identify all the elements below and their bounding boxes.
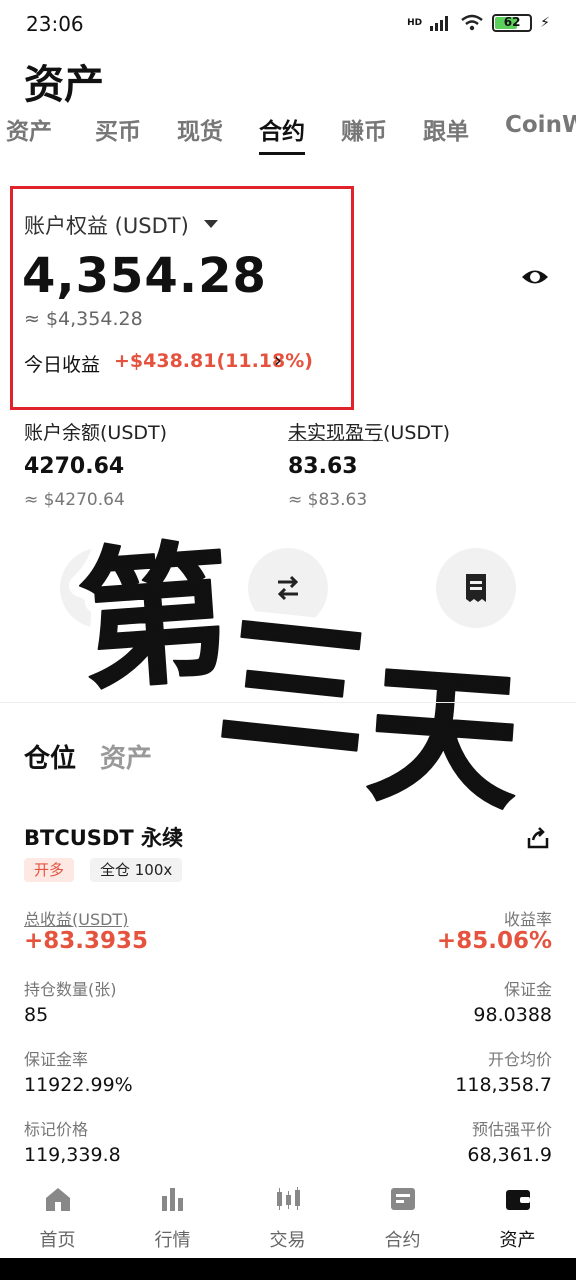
balance-label: 账户余额(USDT) — [24, 422, 168, 444]
nav-trade[interactable]: 交易 — [230, 1176, 345, 1252]
margin-ratio-value: 11922.99% — [24, 1074, 133, 1096]
svg-text:三: 三 — [211, 595, 378, 784]
tab-earn[interactable]: 赚币 — [341, 112, 387, 146]
tab-section-assets[interactable]: 资产 — [100, 738, 152, 775]
tab-positions[interactable]: 仓位 — [24, 738, 76, 775]
share-icon[interactable] — [526, 826, 550, 850]
status-icons: HD 62 ⚡ — [407, 14, 550, 32]
side-badge: 开多 — [24, 858, 75, 882]
total-pnl-label[interactable]: 总收益(USDT) — [24, 906, 128, 930]
tab-assets[interactable]: 资产 — [6, 112, 52, 146]
nav-futures-label: 合约 — [384, 1230, 421, 1251]
chevron-right-icon[interactable]: › — [274, 348, 282, 372]
today-pnl-value[interactable]: +$438.81(11.18%) — [114, 350, 313, 372]
tab-copy-trade[interactable]: 跟单 — [423, 112, 469, 146]
nav-assets[interactable]: 资产 — [460, 1176, 575, 1252]
charging-icon: ⚡ — [540, 15, 550, 31]
liq-price-value: 68,361.9 — [467, 1144, 552, 1166]
pair-title[interactable]: BTCUSDT 永续 — [24, 822, 183, 852]
mark-price-value: 119,339.8 — [24, 1144, 121, 1166]
margin-label: 保证金 — [503, 980, 552, 999]
battery-level: 62 — [503, 15, 521, 29]
tab-underline — [259, 152, 305, 155]
nav-trade-label: 交易 — [269, 1230, 306, 1251]
svg-text:第: 第 — [74, 527, 236, 711]
entry-price-value: 118,358.7 — [455, 1074, 552, 1096]
section-divider — [0, 702, 576, 703]
svg-text:天: 天 — [363, 647, 525, 831]
total-pnl-value: +83.3935 — [24, 928, 149, 954]
battery-icon: 62 — [492, 14, 533, 32]
unrealized-pnl-label[interactable]: 未实现盈亏(USDT) — [288, 418, 450, 445]
tab-futures[interactable]: 合约 — [259, 112, 305, 146]
system-home-bar — [0, 1258, 576, 1280]
liq-price-label: 预估强平价 — [471, 1120, 552, 1139]
home-icon — [45, 1188, 70, 1211]
balance-value: 4270.64 — [24, 454, 125, 479]
balance-approx: ≈ $4270.64 — [24, 490, 125, 510]
status-time: 23:06 — [26, 12, 84, 36]
wifi-icon — [461, 14, 483, 31]
mark-price-label: 标记价格 — [24, 1120, 89, 1139]
unrealized-pnl-label-unit: (USDT) — [383, 422, 451, 444]
tab-buy-crypto[interactable]: 买币 — [95, 112, 141, 146]
wallet-icon — [505, 1190, 530, 1210]
signal-icon — [430, 16, 449, 31]
margin-value: 98.0388 — [473, 1004, 552, 1026]
page-title: 资产 — [24, 62, 104, 108]
today-pnl-label[interactable]: 今日收益 — [24, 350, 100, 377]
qty-value: 85 — [24, 1004, 49, 1026]
entry-price-label: 开仓均价 — [487, 1050, 552, 1069]
qty-label: 持仓数量(张) — [24, 980, 117, 999]
top-tabs: 资产 买币 现货 合约 赚币 跟单 CoinW — [0, 112, 576, 158]
bar-chart-icon — [161, 1188, 183, 1211]
equity-approx: ≈ $4,354.28 — [24, 308, 143, 330]
caret-down-icon[interactable] — [204, 220, 218, 228]
chevron-right-icon[interactable]: › — [175, 822, 184, 847]
network-label: HD — [407, 18, 423, 28]
roe-label: 收益率 — [503, 910, 552, 929]
eye-icon[interactable] — [520, 262, 550, 292]
equity-label[interactable]: 账户权益 (USDT) — [24, 210, 189, 240]
bottom-nav: 首页 行情 交易 合约 资产 — [0, 1176, 576, 1260]
nav-markets[interactable]: 行情 — [115, 1176, 230, 1252]
margin-mode-badge: 全仓 100x — [90, 858, 183, 882]
unrealized-pnl-value: 83.63 — [288, 454, 358, 479]
tab-spot[interactable]: 现货 — [177, 112, 223, 146]
margin-ratio-label: 保证金率 — [24, 1050, 89, 1069]
candlestick-icon — [276, 1187, 300, 1210]
nav-futures[interactable]: 合约 — [345, 1176, 460, 1252]
tab-coinw[interactable]: CoinW — [505, 112, 576, 138]
nav-home[interactable]: 首页 — [0, 1176, 115, 1252]
nav-assets-label: 资产 — [499, 1230, 536, 1251]
nav-markets-label: 行情 — [154, 1230, 191, 1251]
unrealized-pnl-approx: ≈ $83.63 — [288, 490, 368, 510]
equity-value: 4,354.28 — [22, 248, 267, 304]
futures-icon — [390, 1188, 415, 1210]
unrealized-pnl-label-main[interactable]: 未实现盈亏 — [288, 422, 383, 444]
sticker-third-day: 第 第 三 三 天 天 — [63, 520, 536, 842]
roe-value: +85.06% — [436, 928, 552, 954]
nav-home-label: 首页 — [39, 1230, 76, 1251]
